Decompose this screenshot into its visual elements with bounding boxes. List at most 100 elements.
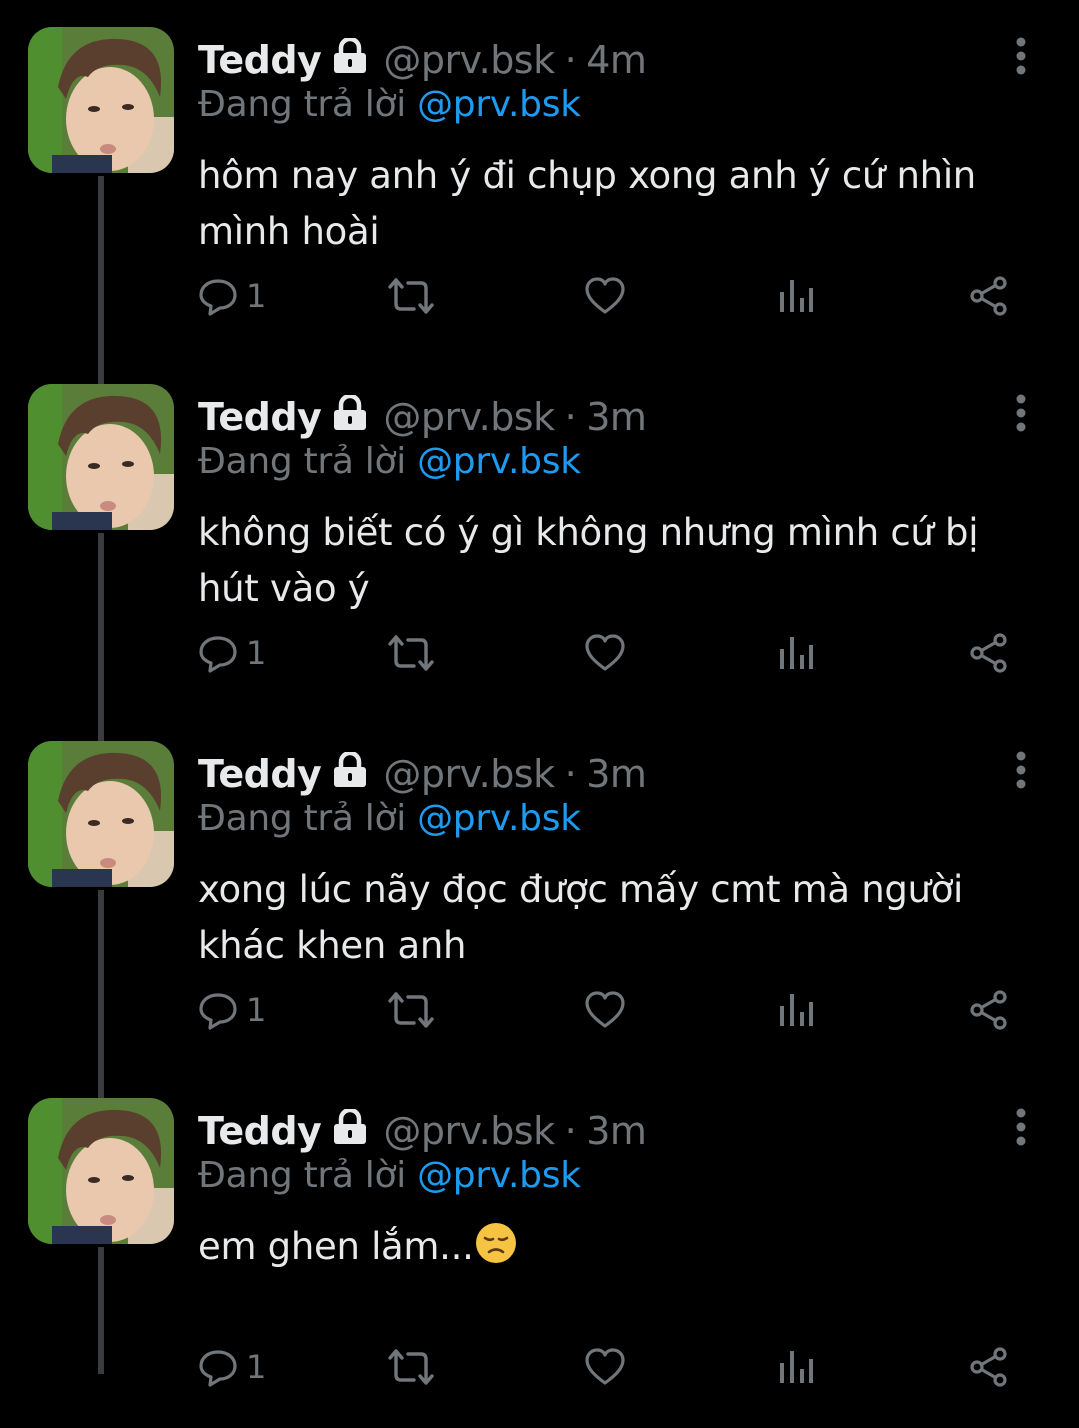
tweet-actions: 1 [198,266,1018,326]
more-options-button[interactable] [1004,750,1038,790]
reply-count: 1 [246,991,267,1029]
heart-icon [585,991,625,1028]
retweet-icon [388,992,434,1028]
replying-to-label: Đang trả lời [198,441,406,482]
views-button[interactable] [778,266,814,326]
tweet-header: Teddy @prv.bsk · 3m [198,1105,647,1157]
lock-icon [331,750,369,797]
replying-to-label: Đang trả lời [198,1155,406,1196]
replying-to: Đang trả lời @prv.bsk [198,1155,581,1196]
more-vertical-icon [1016,37,1026,75]
like-button[interactable] [584,266,626,326]
reply-bubble-icon [199,636,237,673]
tweet-text: hôm nay anh ý đi chụp xong anh ý cứ nhìn… [198,154,976,253]
timestamp[interactable]: 3m [586,1109,647,1153]
more-options-button[interactable] [1004,36,1038,76]
reply-bubble-icon [199,279,237,316]
share-icon [970,1347,1007,1387]
heart-icon [585,1348,625,1385]
views-button[interactable] [778,980,814,1040]
avatar[interactable] [28,1098,174,1244]
replying-to: Đang trả lời @prv.bsk [198,441,581,482]
retweet-button[interactable] [388,1337,434,1397]
user-handle[interactable]: @prv.bsk [383,395,555,439]
timestamp[interactable]: 4m [586,38,647,82]
like-button[interactable] [584,1337,626,1397]
replying-to-label: Đang trả lời [198,798,406,839]
display-name[interactable]: Teddy [198,395,322,439]
retweet-button[interactable] [388,266,434,326]
tweet-actions: 1 [198,623,1018,683]
reply-button[interactable]: 1 [198,623,266,683]
replying-to: Đang trả lời @prv.bsk [198,798,581,839]
user-handle[interactable]: @prv.bsk [383,1109,555,1153]
reply-mention-link[interactable]: @prv.bsk [417,84,581,125]
separator-dot: · [564,38,577,82]
reply-mention-link[interactable]: @prv.bsk [417,798,581,839]
retweet-icon [388,635,434,671]
tweet[interactable]: Teddy @prv.bsk · 4m Đang trả lời @prv.bs… [0,0,1079,357]
views-chart-icon [780,1351,813,1383]
share-button[interactable] [968,266,1010,326]
reply-bubble-icon [199,993,237,1030]
share-icon [970,276,1007,316]
avatar[interactable] [28,741,174,887]
lock-icon [331,393,369,440]
tweet[interactable]: Teddy @prv.bsk · 3m Đang trả lời @prv.bs… [0,1071,1079,1428]
more-vertical-icon [1016,394,1026,432]
views-chart-icon [780,637,813,669]
views-chart-icon [780,280,813,312]
tweet[interactable]: Teddy @prv.bsk · 3m Đang trả lời @prv.bs… [0,357,1079,714]
display-name[interactable]: Teddy [198,1109,322,1153]
separator-dot: · [564,1109,577,1153]
display-name[interactable]: Teddy [198,38,322,82]
more-options-button[interactable] [1004,393,1038,433]
tweet-header: Teddy @prv.bsk · 3m [198,391,647,443]
heart-icon [585,634,625,671]
reply-button[interactable]: 1 [198,980,266,1040]
like-button[interactable] [584,980,626,1040]
reply-count: 1 [246,1348,267,1386]
tweet-text: xong lúc nãy đọc được mấy cmt mà người k… [198,868,964,967]
reply-count: 1 [246,277,267,315]
replying-to-label: Đang trả lời [198,84,406,125]
separator-dot: · [564,752,577,796]
more-options-button[interactable] [1004,1107,1038,1147]
replying-to: Đang trả lời @prv.bsk [198,84,581,125]
avatar[interactable] [28,384,174,530]
timestamp[interactable]: 3m [586,752,647,796]
more-vertical-icon [1016,1108,1026,1146]
views-button[interactable] [778,1337,814,1397]
avatar[interactable] [28,27,174,173]
separator-dot: · [564,395,577,439]
share-button[interactable] [968,1337,1010,1397]
lock-icon [331,36,369,83]
reply-mention-link[interactable]: @prv.bsk [417,441,581,482]
reply-mention-link[interactable]: @prv.bsk [417,1155,581,1196]
user-handle[interactable]: @prv.bsk [383,752,555,796]
user-handle[interactable]: @prv.bsk [383,38,555,82]
tweet-text: em ghen lắm... [198,1225,474,1268]
share-button[interactable] [968,980,1010,1040]
share-icon [970,633,1007,673]
lock-icon [331,1107,369,1154]
tweet[interactable]: Teddy @prv.bsk · 3m Đang trả lời @prv.bs… [0,714,1079,1071]
retweet-button[interactable] [388,980,434,1040]
tweet-text: không biết có ý gì không nhưng mình cứ b… [198,511,979,610]
retweet-icon [388,1349,434,1385]
tweet-text-container: em ghen lắm... [198,1219,1038,1281]
tweet-actions: 1 [198,980,1018,1040]
share-icon [970,990,1007,1030]
like-button[interactable] [584,623,626,683]
heart-icon [585,277,625,314]
timestamp[interactable]: 3m [586,395,647,439]
views-chart-icon [780,994,813,1026]
views-button[interactable] [778,623,814,683]
share-button[interactable] [968,623,1010,683]
reply-button[interactable]: 1 [198,1337,266,1397]
retweet-button[interactable] [388,623,434,683]
tweet-header: Teddy @prv.bsk · 4m [198,34,647,86]
display-name[interactable]: Teddy [198,752,322,796]
reply-button[interactable]: 1 [198,266,266,326]
reply-bubble-icon [199,1350,237,1387]
